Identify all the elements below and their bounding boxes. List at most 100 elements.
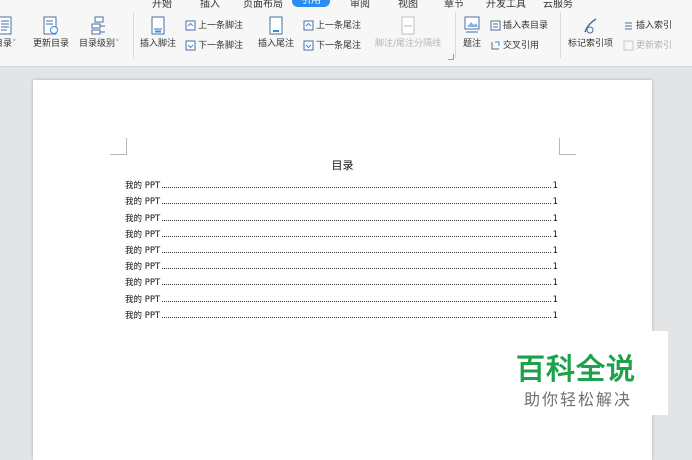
toc-level-button[interactable]: 目录级别˅ bbox=[79, 16, 120, 50]
toc-entry-text: 我的 PPT bbox=[125, 213, 161, 224]
toc-entry-text: 我的 PPT bbox=[125, 262, 161, 273]
caption-button[interactable]: 题注 bbox=[463, 16, 481, 50]
insert-table-of-figures-button[interactable]: 插入表目录 bbox=[490, 20, 548, 33]
update-index-icon bbox=[623, 40, 634, 51]
update-toc-button[interactable]: 更新目录 bbox=[33, 16, 69, 50]
toc-level-label: 目录级别 bbox=[79, 39, 116, 49]
dot-leader bbox=[162, 284, 551, 286]
toc-list: 我的 PPT 1 我的 PPT 1 我的 PPT 1 我的 PPT 1 我的 PPT 1 … bbox=[125, 175, 558, 321]
dot-leader bbox=[162, 316, 551, 318]
watermark: 百科全说 助你轻松解决 bbox=[508, 331, 668, 415]
toc-entry-page: 1 bbox=[552, 262, 558, 273]
tab-references[interactable]: 引用 bbox=[292, 0, 330, 7]
crop-mark bbox=[559, 138, 576, 155]
toc-entry[interactable]: 我的 PPT 1 bbox=[125, 240, 558, 256]
toc-button[interactable]: 目录˅ bbox=[0, 16, 17, 50]
prev-footnote-label: 上一条脚注 bbox=[198, 21, 244, 31]
mark-index-entry-button[interactable]: 标记索引项 bbox=[568, 16, 613, 50]
next-endnote-label: 下一条尾注 bbox=[316, 41, 362, 51]
toc-entry-text: 我的 PPT bbox=[125, 197, 161, 208]
tab-page-layout[interactable]: 页面布局 bbox=[243, 0, 283, 10]
toc-icon bbox=[0, 16, 12, 35]
tab-cloud[interactable]: 云服务 bbox=[543, 0, 573, 10]
dropdown-arrow-icon: ˅ bbox=[12, 39, 17, 49]
dot-leader bbox=[162, 300, 551, 302]
prev-endnote-button[interactable]: 上一条尾注 bbox=[303, 20, 361, 33]
cross-reference-button[interactable]: 交叉引用 bbox=[490, 40, 539, 53]
tab-developer[interactable]: 开发工具 bbox=[486, 0, 526, 10]
caption-label: 题注 bbox=[463, 39, 482, 49]
prev-footnote-icon bbox=[185, 20, 196, 31]
dropdown-arrow-icon: ˅ bbox=[115, 39, 120, 49]
tab-review[interactable]: 审阅 bbox=[350, 0, 370, 10]
insert-endnote-label: 插入尾注 bbox=[258, 39, 295, 49]
insert-index-button[interactable]: 插入索引 bbox=[623, 20, 672, 33]
tab-view[interactable]: 视图 bbox=[398, 0, 418, 10]
toc-entry[interactable]: 我的 PPT 1 bbox=[125, 288, 558, 305]
dot-leader bbox=[162, 251, 551, 253]
toc-entry-page: 1 bbox=[552, 245, 558, 256]
toc-entry[interactable]: 我的 PPT 1 bbox=[125, 256, 558, 272]
mark-index-entry-label: 标记索引项 bbox=[568, 39, 614, 49]
toc-level-icon bbox=[91, 16, 106, 35]
endnote-icon bbox=[269, 16, 283, 35]
ribbon-tabs: 开始 插入 页面布局 引用 审阅 视图 章节 开发工具 云服务 bbox=[0, 0, 692, 10]
watermark-title: 百科全说 bbox=[516, 352, 637, 386]
group-separator bbox=[133, 12, 134, 58]
toc-entry-page: 1 bbox=[552, 310, 558, 321]
toc-entry-text: 我的 PPT bbox=[125, 310, 161, 321]
toc-entry-page: 1 bbox=[552, 294, 558, 305]
toc-entry[interactable]: 我的 PPT 1 bbox=[125, 224, 558, 240]
update-toc-icon bbox=[43, 16, 58, 35]
dot-leader bbox=[162, 268, 551, 270]
tab-insert[interactable]: 插入 bbox=[200, 0, 220, 10]
insert-index-icon bbox=[625, 22, 632, 30]
mark-index-icon bbox=[583, 18, 596, 34]
insert-endnote-button[interactable]: 插入尾注 bbox=[258, 16, 294, 50]
next-endnote-icon bbox=[303, 40, 314, 51]
update-index-label: 更新索引 bbox=[636, 41, 673, 51]
prev-endnote-label: 上一条尾注 bbox=[316, 21, 362, 31]
note-separator-button[interactable]: 脚注/尾注分隔线 bbox=[375, 16, 441, 50]
dot-leader bbox=[162, 235, 551, 237]
update-index-button[interactable]: 更新索引 bbox=[623, 40, 672, 53]
dot-leader bbox=[162, 219, 551, 221]
watermark-subtitle: 助你轻松解决 bbox=[524, 390, 633, 409]
crop-mark bbox=[110, 138, 127, 155]
insert-footnote-button[interactable]: 插入脚注 bbox=[140, 16, 176, 50]
footnote-icon bbox=[151, 16, 165, 35]
group-separator bbox=[560, 12, 561, 58]
dot-leader bbox=[162, 203, 551, 205]
tab-chapter[interactable]: 章节 bbox=[444, 0, 464, 10]
cross-reference-label: 交叉引用 bbox=[503, 41, 540, 51]
toc-entry[interactable]: 我的 PPT 1 bbox=[125, 175, 558, 191]
next-endnote-button[interactable]: 下一条尾注 bbox=[303, 40, 361, 53]
toc-entry-page: 1 bbox=[552, 278, 558, 289]
toc-entry[interactable]: 我的 PPT 1 bbox=[125, 191, 558, 207]
toc-entry[interactable]: 我的 PPT 1 bbox=[125, 207, 558, 224]
insert-footnote-label: 插入脚注 bbox=[140, 39, 177, 49]
ribbon: 开始 插入 页面布局 引用 审阅 视图 章节 开发工具 云服务 目录˅ 更新目录 bbox=[0, 0, 692, 67]
note-separator-label: 脚注/尾注分隔线 bbox=[375, 39, 442, 49]
footnote-dialog-launcher[interactable] bbox=[448, 54, 454, 60]
tab-home[interactable]: 开始 bbox=[152, 0, 172, 10]
toc-entry[interactable]: 我的 PPT 1 bbox=[125, 305, 558, 321]
note-separator-icon bbox=[401, 16, 415, 35]
table-of-figures-icon bbox=[490, 20, 501, 31]
toc-entry[interactable]: 我的 PPT 1 bbox=[125, 272, 558, 288]
cross-reference-icon bbox=[491, 41, 500, 50]
insert-index-label: 插入索引 bbox=[636, 21, 673, 31]
toc-entry-page: 1 bbox=[552, 181, 558, 192]
prev-footnote-button[interactable]: 上一条脚注 bbox=[185, 20, 243, 33]
prev-endnote-icon bbox=[303, 20, 314, 31]
next-footnote-button[interactable]: 下一条脚注 bbox=[185, 40, 243, 53]
next-footnote-icon bbox=[185, 40, 196, 51]
toc-entry-page: 1 bbox=[552, 229, 558, 240]
group-separator bbox=[455, 12, 456, 58]
toc-entry-text: 我的 PPT bbox=[125, 294, 161, 305]
toc-entry-text: 我的 PPT bbox=[125, 245, 161, 256]
insert-table-of-figures-label: 插入表目录 bbox=[503, 21, 549, 31]
caption-icon bbox=[464, 16, 480, 33]
toc-entry-text: 我的 PPT bbox=[125, 181, 161, 192]
toc-entry-page: 1 bbox=[552, 213, 558, 224]
